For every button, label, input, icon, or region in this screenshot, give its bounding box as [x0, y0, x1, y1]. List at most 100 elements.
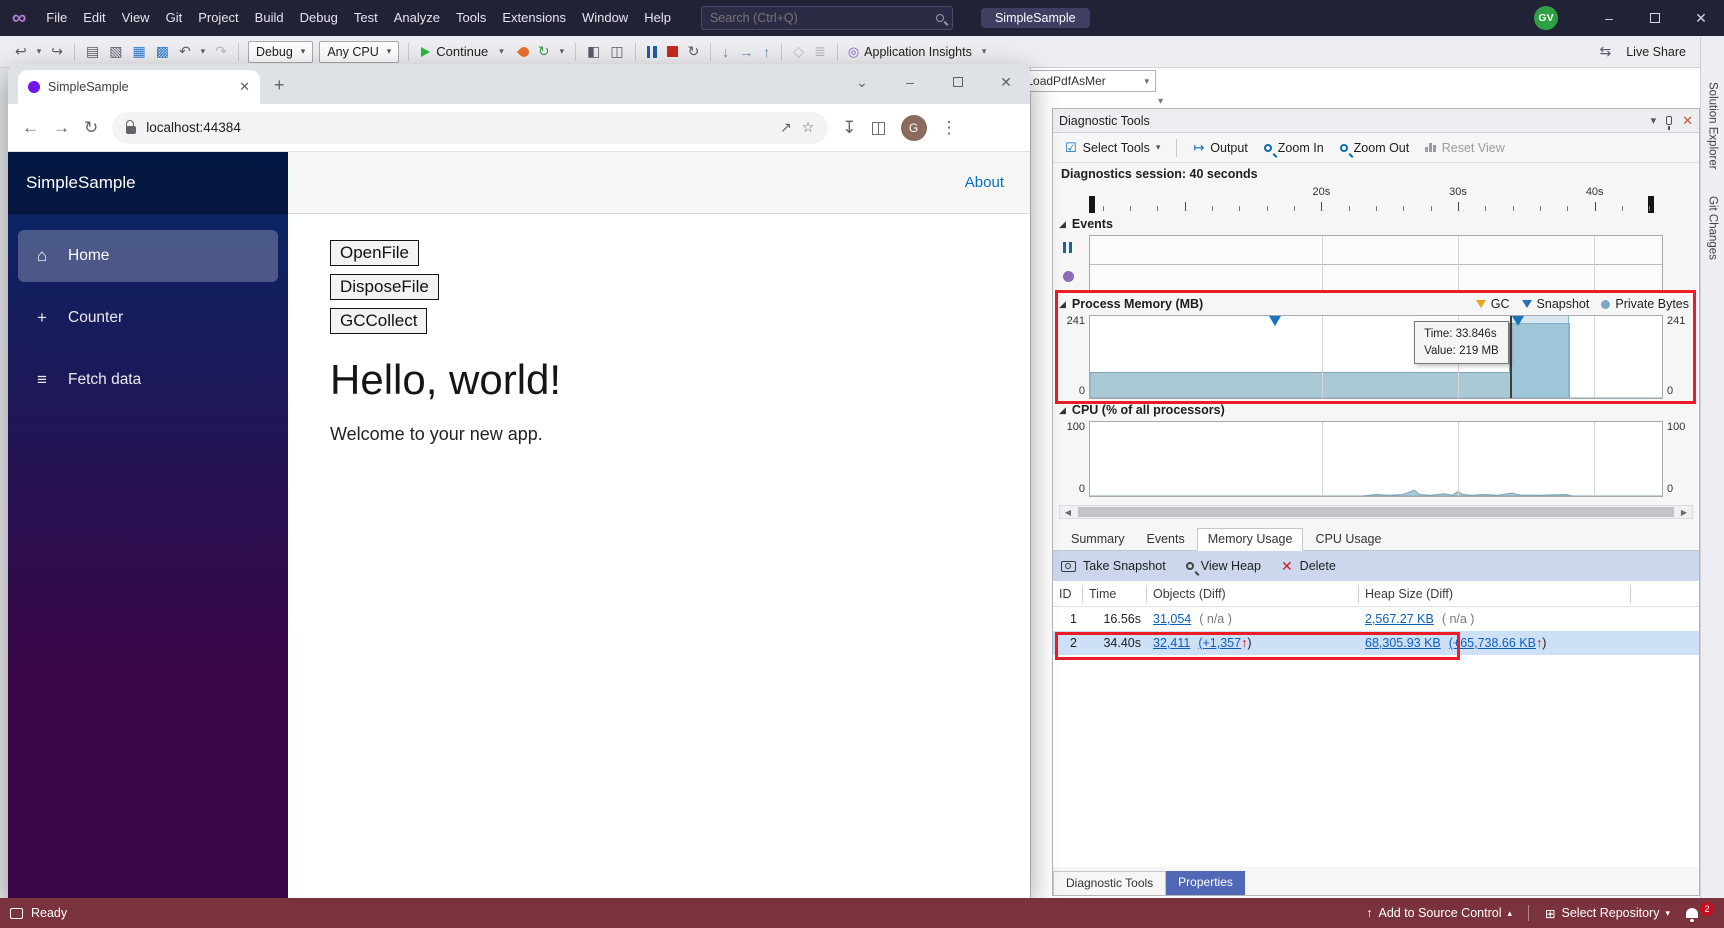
hot-reload-icon[interactable] [516, 44, 531, 59]
tab-cpu-usage[interactable]: CPU Usage [1305, 529, 1391, 550]
open-file-icon[interactable]: ▧ [105, 41, 126, 62]
table-row-selected[interactable]: 2 34.40s 32,411 (+1,357↑) 68,305.93 KB (… [1053, 631, 1699, 655]
objects-diff-link[interactable]: (+1,357 [1198, 636, 1241, 650]
vs-account-avatar[interactable]: GV [1534, 6, 1558, 30]
timeline-scrollbar[interactable]: ◀ ▶ [1059, 505, 1693, 519]
memory-section-header[interactable]: ◢ Process Memory (MB) GC Snapshot Privat… [1053, 293, 1699, 315]
browser-menu-icon[interactable]: ⋮ [941, 118, 958, 138]
memory-plot[interactable]: Time: 33.846s Value: 219 MB [1089, 315, 1663, 399]
window-position-chevron-icon[interactable]: ▾ [1651, 114, 1657, 127]
notifications-button[interactable]: 2 [1686, 902, 1714, 922]
side-panel-icon[interactable]: ◫ [871, 118, 887, 138]
bookmark-star-icon[interactable]: ☆ [802, 119, 815, 136]
zoom-in-button[interactable]: Zoom In [1258, 138, 1330, 158]
snapshot-marker-icon[interactable] [1511, 316, 1524, 326]
step-out-icon[interactable]: ↑ [759, 42, 774, 62]
continue-button[interactable]: Continue ▾ [415, 44, 515, 59]
events-grid[interactable] [1089, 235, 1663, 293]
menu-edit[interactable]: Edit [75, 0, 113, 36]
select-tools-button[interactable]: ☑ Select Tools ▾ [1059, 137, 1166, 159]
hex-display-icon[interactable]: ◇ [789, 41, 808, 62]
menu-git[interactable]: Git [158, 0, 191, 36]
lock-icon[interactable] [126, 119, 137, 134]
code-window-icon[interactable]: ◧ [583, 41, 604, 62]
add-to-source-control-button[interactable]: ↑ Add to Source Control ▴ [1366, 906, 1512, 920]
application-insights-button[interactable]: ◎ Application Insights ▾ [844, 44, 996, 60]
view-heap-button[interactable]: View Heap [1185, 559, 1261, 573]
gc-collect-button[interactable]: GCCollect [330, 308, 428, 334]
menu-tools[interactable]: Tools [448, 0, 494, 36]
sidebar-item-home[interactable]: ⌂ Home [18, 230, 278, 282]
browser-forward-icon[interactable]: → [53, 118, 70, 138]
output-button[interactable]: ↦ Output [1187, 137, 1253, 159]
list-view-icon[interactable]: ≣ [810, 41, 830, 62]
menu-analyze[interactable]: Analyze [386, 0, 448, 36]
tab-git-changes[interactable]: Git Changes [1707, 196, 1719, 260]
restart-dropdown-icon[interactable]: ▾ [556, 44, 569, 59]
layout-window-icon[interactable]: ◫ [606, 41, 627, 62]
col-id[interactable]: ID [1053, 584, 1083, 603]
debug-configuration-select[interactable]: Debug ▾ [247, 40, 314, 63]
dispose-file-button[interactable]: DisposeFile [330, 274, 439, 300]
navigate-forward-icon[interactable]: ↪ [47, 41, 67, 62]
restart-application-icon[interactable]: ↻ [534, 41, 554, 62]
tab-close-icon[interactable]: ✕ [239, 79, 250, 95]
share-icon[interactable]: ↗ [780, 119, 792, 136]
cpu-section-header[interactable]: ◢ CPU (% of all processors) [1053, 399, 1699, 421]
vs-maximize-button[interactable] [1632, 0, 1678, 36]
save-all-icon[interactable]: ▩ [152, 41, 173, 62]
browser-reload-icon[interactable]: ↻ [84, 118, 98, 138]
url-text[interactable]: localhost:44384 [146, 120, 770, 135]
table-row[interactable]: 1 16.56s 31,054 ( n/a ) 2,567.27 KB ( n/… [1053, 607, 1699, 631]
sidebar-item-counter[interactable]: + Counter [18, 292, 278, 344]
col-time[interactable]: Time [1083, 584, 1147, 603]
bottom-tab-diagnostic-tools[interactable]: Diagnostic Tools [1053, 871, 1167, 895]
tab-memory-usage[interactable]: Memory Usage [1196, 528, 1304, 551]
vs-search-box[interactable] [700, 6, 953, 30]
browser-back-icon[interactable]: ← [22, 118, 39, 138]
menu-window[interactable]: Window [574, 0, 636, 36]
browser-close-button[interactable]: ✕ [982, 64, 1030, 100]
take-snapshot-button[interactable]: Take Snapshot [1061, 559, 1166, 573]
save-icon[interactable]: ▦ [128, 41, 149, 62]
vs-close-button[interactable]: ✕ [1678, 0, 1724, 36]
new-file-icon[interactable]: ▤ [82, 41, 103, 62]
cpu-plot[interactable] [1089, 421, 1663, 497]
heap-diff-link[interactable]: (+65,738.66 KB [1449, 636, 1536, 650]
editor-member-dropdown-icon[interactable]: ▾ [1158, 96, 1163, 107]
app-brand[interactable]: SimpleSample [8, 152, 288, 214]
browser-profile-avatar[interactable]: G [900, 114, 927, 141]
menu-extensions[interactable]: Extensions [494, 0, 574, 36]
stop-debugging-icon[interactable] [666, 46, 678, 57]
reset-view-button[interactable]: Reset View [1419, 138, 1511, 158]
about-link[interactable]: About [965, 174, 1004, 191]
tab-search-icon[interactable]: ⌄ [838, 64, 886, 100]
address-bar[interactable]: localhost:44384 ↗ ☆ [112, 111, 829, 144]
menu-build[interactable]: Build [247, 0, 292, 36]
live-share-icon[interactable]: ⇆ [1596, 41, 1616, 62]
open-file-button[interactable]: OpenFile [330, 240, 419, 266]
downloads-icon[interactable]: ↧ [842, 118, 856, 138]
tab-summary[interactable]: Summary [1061, 529, 1134, 550]
objects-count-link[interactable]: 31,054 [1153, 612, 1191, 626]
timeline-ruler[interactable]: 20s 30s 40s [1053, 185, 1699, 213]
menu-test[interactable]: Test [346, 0, 386, 36]
select-repository-button[interactable]: ⊞ Select Repository ▾ [1545, 906, 1670, 921]
col-heap-size-diff[interactable]: Heap Size (Diff) [1359, 584, 1631, 603]
snapshot-marker-icon[interactable] [1268, 316, 1281, 326]
menu-file[interactable]: File [38, 0, 75, 36]
navigate-back-dropdown-icon[interactable]: ▾ [33, 44, 46, 59]
menu-project[interactable]: Project [190, 0, 246, 36]
pin-icon[interactable] [1666, 116, 1673, 130]
menu-view[interactable]: View [114, 0, 158, 36]
tab-solution-explorer[interactable]: Solution Explorer [1707, 82, 1719, 170]
vs-minimize-button[interactable]: – [1586, 0, 1632, 36]
menu-help[interactable]: Help [636, 0, 679, 36]
scroll-left-icon[interactable]: ◀ [1060, 508, 1076, 517]
redo-icon[interactable]: ↷ [211, 41, 231, 62]
restart-debugging-icon[interactable]: ↻ [684, 41, 704, 62]
heap-size-link[interactable]: 2,567.27 KB [1365, 612, 1434, 626]
step-into-icon[interactable]: ↓ [718, 42, 733, 62]
browser-maximize-button[interactable] [934, 64, 982, 100]
browser-minimize-button[interactable]: – [886, 64, 934, 100]
